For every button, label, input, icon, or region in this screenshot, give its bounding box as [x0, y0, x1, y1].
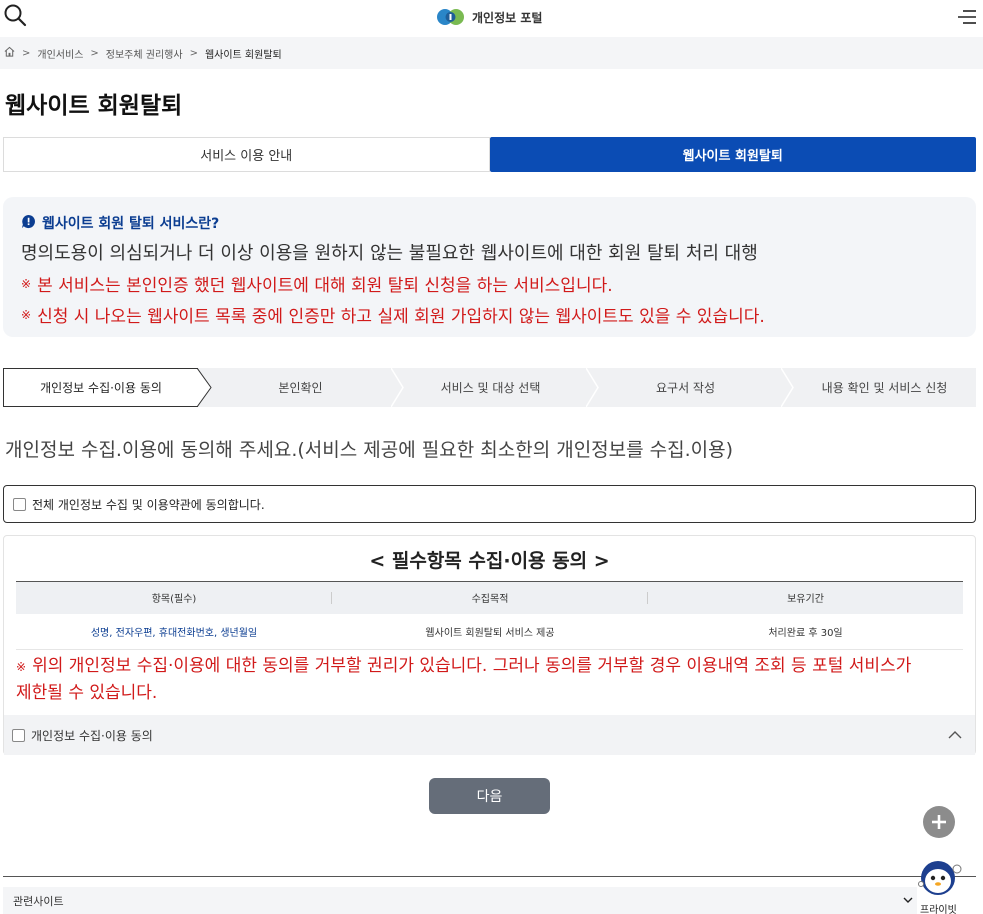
info-note-text: 본 서비스는 본인인증 했던 웹사이트에 대해 회원 탈퇴 신청을 하는 서비스…	[37, 276, 613, 296]
info-box: 웹사이트 회원 탈퇴 서비스란? 명의도용이 의심되거나 더 이상 이용을 원하…	[3, 197, 976, 337]
info-note: ※ 신청 시 나오는 웹사이트 목록 중에 인증만 하고 실제 회원 가입하지 …	[21, 302, 958, 327]
chevron-right-icon: >	[90, 47, 99, 59]
table-header: 수집목적	[332, 581, 648, 614]
agree-item-label: 개인정보 수집·이용 동의	[31, 728, 153, 743]
terms-box: < 필수항목 수집·이용 동의 > 항목(필수) 수집목적 보유기간 성명, 전…	[3, 535, 976, 755]
breadcrumb-item[interactable]: 정보주체 권리행사	[106, 46, 183, 61]
next-button[interactable]: 다음	[429, 778, 550, 814]
step-consent: 개인정보 수집·이용 동의	[3, 368, 198, 407]
footer-divider	[3, 876, 976, 877]
tab-website-withdrawal[interactable]: 웹사이트 회원탈퇴	[489, 137, 976, 172]
info-title: 웹사이트 회원 탈퇴 서비스란?	[21, 213, 958, 233]
terms-table: 항목(필수) 수집목적 보유기간 성명, 전자우편, 휴대전화번호, 생년월일 …	[16, 581, 963, 650]
chevron-right-icon: >	[189, 47, 198, 59]
note-mark: ※	[21, 276, 32, 291]
related-sites-select[interactable]: 관련사이트	[3, 887, 917, 914]
top-header: 개인정보 포털	[0, 0, 983, 34]
agree-item-row[interactable]: 개인정보 수집·이용 동의	[4, 715, 975, 755]
progress-steps: 개인정보 수집·이용 동의 본인확인 서비스 및 대상 선택 요구서 작성 내용…	[3, 368, 976, 407]
search-icon[interactable]	[3, 3, 27, 27]
step-confirm-apply: 내용 확인 및 서비스 신청	[821, 381, 948, 395]
agree-all-checkbox-row[interactable]: 전체 개인정보 수집 및 이용약관에 동의합니다.	[3, 485, 976, 523]
chatbot-label: 프라이빗	[920, 905, 957, 914]
home-icon[interactable]	[4, 46, 15, 60]
plus-icon[interactable]	[923, 806, 955, 838]
chevron-up-icon[interactable]	[947, 727, 963, 743]
warning-text-line2: 제한될 수 있습니다.	[16, 683, 158, 703]
info-description: 명의도용이 의심되거나 더 이상 이용을 원하지 않는 불필요한 웹사이트에 대…	[21, 243, 758, 264]
info-title-text: 웹사이트 회원 탈퇴 서비스란?	[42, 216, 220, 232]
note-mark: ※	[21, 307, 32, 322]
step-identity: 본인확인	[278, 381, 323, 395]
breadcrumb-item[interactable]: 개인서비스	[37, 46, 83, 61]
table-header: 항목(필수)	[16, 581, 332, 614]
chevron-right-icon: >	[22, 47, 31, 59]
info-note: ※ 본 서비스는 본인인증 했던 웹사이트에 대해 회원 탈퇴 신청을 하는 서…	[21, 271, 958, 296]
tab-bar: 서비스 이용 안내 웹사이트 회원탈퇴	[3, 137, 976, 172]
table-cell-items: 성명, 전자우편, 휴대전화번호, 생년월일	[16, 613, 332, 650]
speech-bubble-icon	[21, 214, 36, 233]
table-row: 성명, 전자우편, 휴대전화번호, 생년월일 웹사이트 회원탈퇴 서비스 제공 …	[16, 613, 963, 650]
step-arrow-icon	[197, 368, 212, 407]
table-cell-purpose: 웹사이트 회원탈퇴 서비스 제공	[332, 613, 648, 650]
info-note-text: 신청 시 나오는 웹사이트 목록 중에 인증만 하고 실제 회원 가입하지 않는…	[37, 307, 765, 327]
step-service-select: 서비스 및 대상 선택	[440, 381, 541, 395]
hamburger-menu-icon[interactable]	[957, 8, 977, 26]
agree-all-label: 전체 개인정보 수집 및 이용약관에 동의합니다.	[32, 497, 265, 512]
terms-title: < 필수항목 수집·이용 동의 >	[369, 550, 610, 572]
warning-text-line1: 위의 개인정보 수집·이용에 대한 동의를 거부할 권리가 있습니다. 그러나 …	[32, 656, 912, 676]
agree-item-checkbox[interactable]	[12, 728, 25, 742]
chatbot-mascot-icon	[918, 861, 962, 895]
note-mark: ※	[16, 660, 27, 674]
page-title: 웹사이트 회원탈퇴	[5, 93, 183, 119]
table-cell-retention: 처리완료 후 30일	[648, 613, 963, 650]
logo-text: 개인정보 포털	[472, 10, 543, 25]
chatbot-button[interactable]: 프라이빗	[916, 856, 966, 914]
agree-all-checkbox[interactable]	[13, 497, 26, 511]
step-request-form: 요구서 작성	[655, 381, 715, 395]
breadcrumb-current: 웹사이트 회원탈퇴	[204, 49, 282, 61]
breadcrumb: > 개인서비스 > 정보주체 권리행사 > 웹사이트 회원탈퇴	[0, 37, 983, 69]
terms-warning: ※ 위의 개인정보 수집·이용에 대한 동의를 거부할 권리가 있습니다. 그러나…	[16, 653, 966, 706]
chevron-down-icon	[903, 897, 913, 903]
related-sites-label: 관련사이트	[13, 894, 64, 908]
table-header: 보유기간	[648, 581, 963, 614]
logo-icon	[437, 9, 464, 25]
consent-heading: 개인정보 수집.이용에 동의해 주세요.(서비스 제공에 필요한 최소한의 개인…	[5, 439, 734, 461]
site-logo[interactable]: 개인정보 포털	[436, 6, 542, 28]
tab-service-guide[interactable]: 서비스 이용 안내	[3, 137, 490, 172]
